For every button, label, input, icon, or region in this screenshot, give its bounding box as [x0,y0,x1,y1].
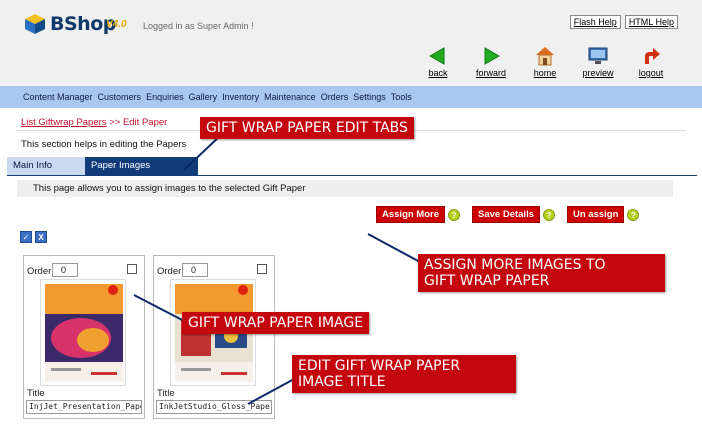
edit-tabs: Main Info Paper Images [7,157,198,175]
help-icon[interactable]: ? [627,208,640,221]
nav-back-label: back [428,68,448,78]
menu-gallery[interactable]: Gallery [189,92,218,102]
help-icon[interactable]: ? [448,208,461,221]
logout-arrow-icon [645,48,660,64]
info-bar: This page allows you to assign images to… [17,180,673,197]
callout-paper-image: GIFT WRAP PAPER IMAGE [182,312,370,334]
order-label: Order [27,266,52,277]
title-label: Title [157,388,175,399]
help-links: Flash Help HTML Help [569,15,678,29]
top-header: BShop V4.0 Logged in as Super Admin ! Fl… [0,0,702,88]
callout-title-line2: IMAGE TITLE [298,374,386,390]
callout-assign-line2: GIFT WRAP PAPER [424,273,550,289]
menu-maintenance[interactable]: Maintenance [264,92,316,102]
nav-logout[interactable]: logout [626,46,676,78]
breadcrumb: List Giftwrap Papers >> Edit Paper [21,117,167,128]
paper-thumbnail-image [40,279,126,386]
order-input[interactable]: 0 [52,263,78,277]
menu-enquiries[interactable]: Enquiries [146,92,184,102]
save-details-button[interactable]: Save Details [472,206,540,223]
section-help-text: This section helps in editing the Papers [21,139,187,150]
tab-underline [7,175,697,176]
select-all-check-icon[interactable]: ✓ [20,231,32,243]
flash-help-link[interactable]: Flash Help [569,15,621,29]
forward-arrow-icon [484,47,501,65]
breadcrumb-separator: >> [109,117,121,128]
nav-logout-label: logout [638,68,664,78]
back-arrow-icon [428,47,445,65]
select-controls: ✓ X [20,231,47,243]
paper-image-card: Order 0 Title InkJetStudio_Gloss_Paper [153,255,275,419]
clear-selection-close-icon[interactable]: X [35,231,47,243]
tab-main-info[interactable]: Main Info [7,157,85,175]
callout-edit-tabs: GIFT WRAP PAPER EDIT TABS [200,117,414,139]
title-input[interactable]: InjJet_Presentation_Paper_M [26,400,142,414]
action-buttons: Assign More ? Save Details ? Un assign ? [376,206,651,223]
html-help-link[interactable]: HTML Help [624,15,678,29]
breadcrumb-list-link[interactable]: List Giftwrap Papers [21,117,107,128]
nav-home[interactable]: home [520,46,570,78]
callout-edit-title: EDIT GIFT WRAP PAPER IMAGE TITLE [292,355,516,393]
help-icon[interactable]: ? [543,208,555,221]
nav-forward[interactable]: forward [466,46,516,78]
nav-preview[interactable]: preview [573,46,623,78]
callout-assign-more: ASSIGN MORE IMAGES TO GIFT WRAP PAPER [418,254,665,292]
title-input[interactable]: InkJetStudio_Gloss_Paper [156,400,272,414]
monitor-icon [588,47,608,64]
nav-home-label: home [533,68,557,78]
nav-back[interactable]: back [413,46,463,78]
tab-paper-images[interactable]: Paper Images [85,157,198,175]
menu-settings[interactable]: Settings [353,92,386,102]
logged-in-status: Logged in as Super Admin ! [143,21,254,31]
order-input[interactable]: 0 [182,263,208,277]
order-label: Order [157,266,182,277]
breadcrumb-current: Edit Paper [122,117,168,128]
menu-customers[interactable]: Customers [98,92,142,102]
app-version: V4.0 [106,19,127,30]
menu-content-manager[interactable]: Content Manager [23,92,93,102]
menu-tools[interactable]: Tools [391,92,412,102]
select-checkbox[interactable] [257,264,267,274]
nav-forward-label: forward [475,68,506,78]
select-checkbox[interactable] [127,264,137,274]
assign-more-button[interactable]: Assign More [376,206,446,223]
unassign-button[interactable]: Un assign [567,206,625,223]
menu-inventory[interactable]: Inventory [222,92,259,102]
paper-cover-art [45,284,123,382]
logo-cube-icon [25,14,45,34]
main-menu: Content Manager Customers Enquiries Gall… [0,86,702,108]
home-icon [536,47,554,66]
callout-assign-line1: ASSIGN MORE IMAGES TO [424,257,606,273]
callout-title-line1: EDIT GIFT WRAP PAPER [298,358,461,374]
nav-preview-label: preview [582,68,614,78]
title-label: Title [27,388,45,399]
assign-callout-line [367,233,421,263]
menu-orders[interactable]: Orders [321,92,349,102]
paper-image-card: Order 0 Title InjJet_Presentation_Paper_… [23,255,145,419]
